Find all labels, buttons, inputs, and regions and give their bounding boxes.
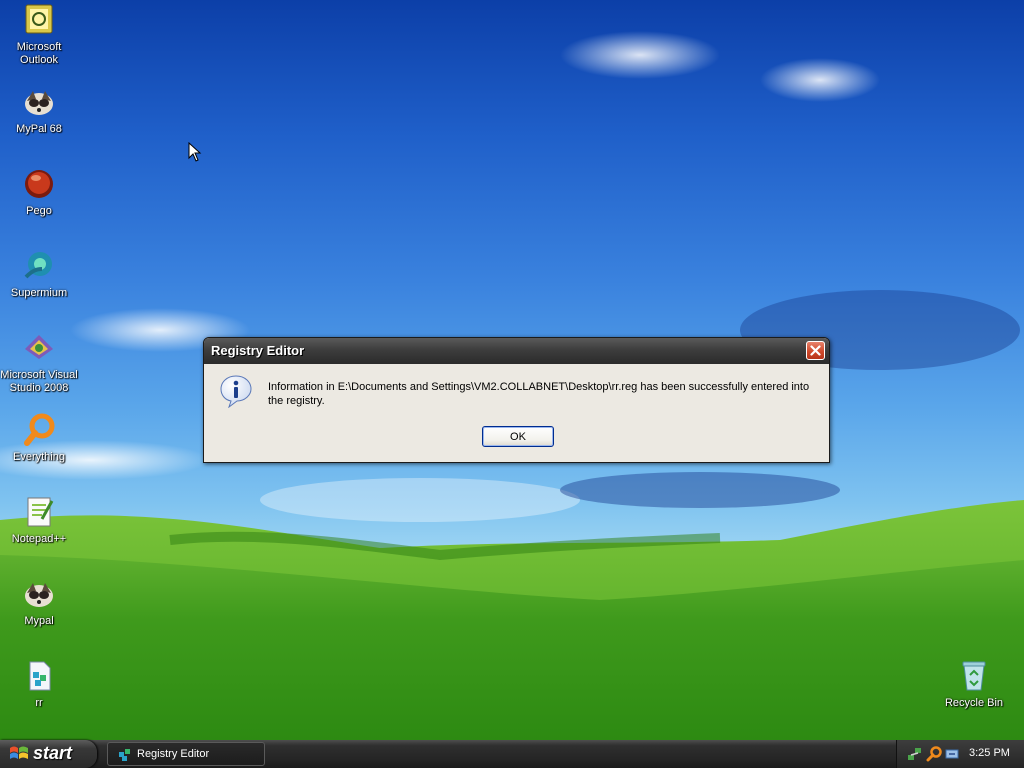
mouse-cursor: [188, 141, 202, 167]
desktop-icon-label: Everything: [13, 451, 65, 463]
desktop-icon-mypal[interactable]: Mypal: [0, 577, 78, 628]
desktop-icon-outlook[interactable]: Microsoft Outlook: [0, 3, 78, 67]
recycle-bin-icon: [957, 659, 991, 693]
network-icon[interactable]: [907, 746, 923, 762]
desktop-icon-label: Microsoft Visual Studio 2008: [0, 369, 78, 394]
desktop-icon-rr[interactable]: rr: [0, 659, 78, 710]
desktop-icon-label: MyPal 68: [16, 123, 62, 135]
registry-editor-dialog: Registry Editor Information in E:\Docume…: [203, 337, 830, 463]
mypal-icon: [22, 85, 56, 119]
dialog-titlebar[interactable]: Registry Editor: [204, 338, 829, 364]
notepadpp-icon: [22, 495, 56, 529]
info-icon: [219, 374, 253, 409]
taskbar: start Registry Editor 3:25 PM: [0, 740, 1024, 768]
desktop-icon-notepadpp[interactable]: Notepad++: [0, 495, 78, 546]
start-button[interactable]: start: [0, 740, 97, 768]
clock[interactable]: 3:25 PM: [969, 747, 1010, 759]
desktop-icon-everything[interactable]: Everything: [0, 413, 78, 464]
desktop-icon-label: Pego: [26, 205, 52, 217]
ok-button[interactable]: OK: [482, 426, 554, 447]
close-icon: [810, 345, 821, 356]
close-button[interactable]: [806, 341, 825, 360]
dialog-body: Information in E:\Documents and Settings…: [207, 364, 826, 459]
desktop-icon-supermium[interactable]: Supermium: [0, 249, 78, 300]
desktop-icon-label: Supermium: [10, 287, 68, 299]
dialog-message: Information in E:\Documents and Settings…: [268, 381, 810, 407]
taskbar-button-registry-editor[interactable]: Registry Editor: [107, 742, 265, 766]
everything-icon: [22, 413, 56, 447]
desktop-icon-label: Mypal: [24, 615, 54, 627]
desktop-icon-visual-studio[interactable]: Microsoft Visual Studio 2008: [0, 331, 78, 395]
desktop-icon-mypal68[interactable]: MyPal 68: [0, 85, 78, 136]
desktop-icon-label: Notepad++: [11, 533, 67, 545]
taskbar-button-label: Registry Editor: [137, 748, 210, 760]
desktop-icon-pego[interactable]: Pego: [0, 167, 78, 218]
desktop-icon-label: Recycle Bin: [944, 697, 1004, 709]
registry-editor-icon: [119, 749, 130, 761]
supermium-icon: [22, 249, 56, 283]
reg-file-icon: [22, 659, 56, 693]
outlook-icon: [22, 3, 56, 37]
everything-tray-icon[interactable]: [926, 746, 942, 762]
visual-studio-icon: [22, 331, 56, 365]
safely-remove-icon[interactable]: [944, 746, 960, 762]
pego-icon: [22, 167, 56, 201]
dialog-title: Registry Editor: [211, 343, 305, 358]
start-label: start: [33, 743, 73, 763]
desktop-icon-label: rr: [35, 697, 43, 709]
mypal-icon: [22, 577, 56, 611]
windows-logo-icon: [10, 746, 28, 759]
system-tray: 3:25 PM: [896, 740, 1024, 768]
desktop-icon-recycle-bin[interactable]: Recycle Bin: [935, 659, 1013, 710]
desktop-icon-label: Microsoft Outlook: [16, 41, 62, 66]
